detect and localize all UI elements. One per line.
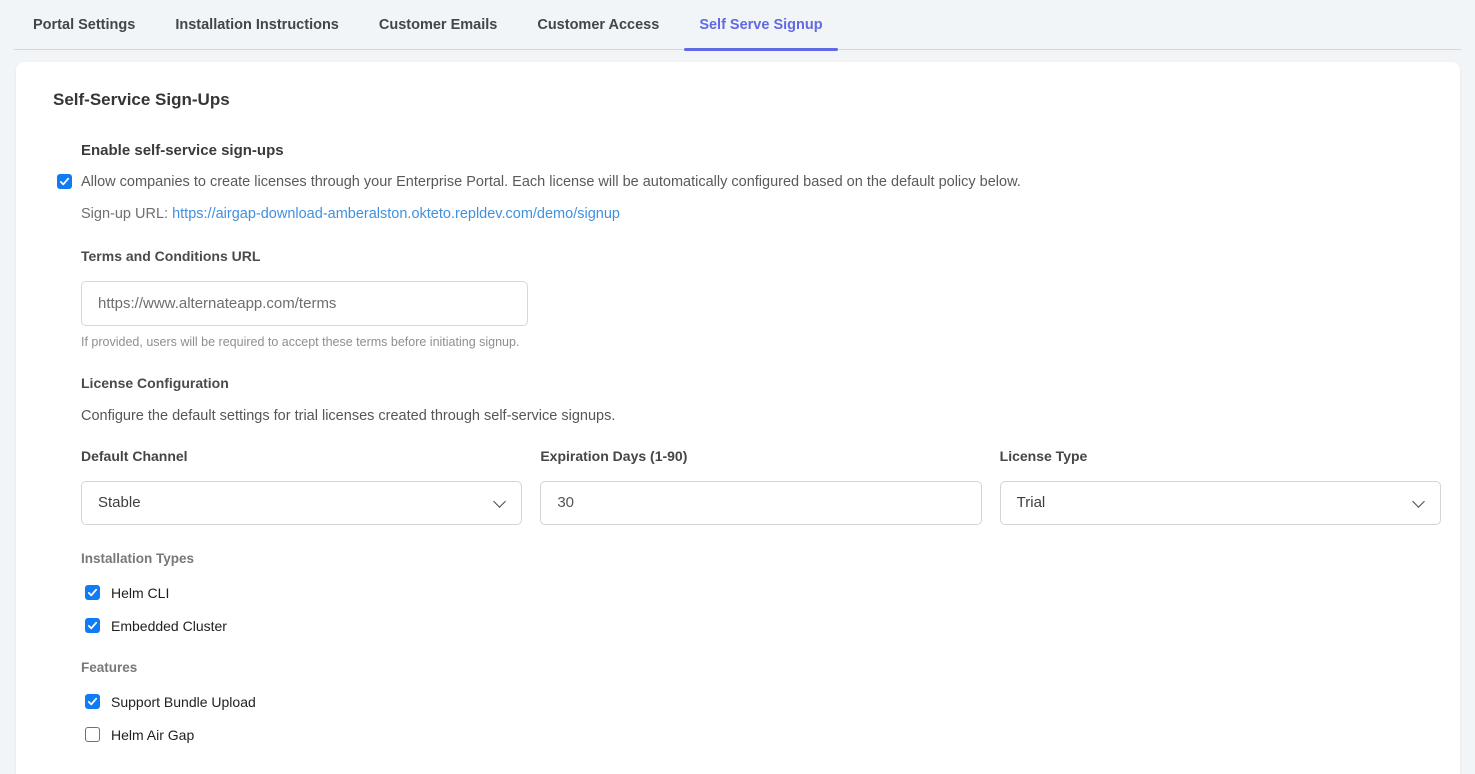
terms-url-label: Terms and Conditions URL xyxy=(81,248,1441,264)
page-title: Self-Service Sign-Ups xyxy=(53,90,1441,110)
self-serve-signup-panel: Self-Service Sign-Ups Enable self-servic… xyxy=(16,62,1460,774)
signup-url-label: Sign-up URL: xyxy=(81,206,168,222)
license-type-select[interactable]: Trial xyxy=(1000,481,1441,525)
support-bundle-upload-label: Support Bundle Upload xyxy=(111,694,256,710)
tab-label: Customer Access xyxy=(537,17,659,33)
expiration-days-field: Expiration Days (1-90) xyxy=(540,448,981,525)
support-bundle-upload-checkbox[interactable] xyxy=(85,694,100,709)
features-label: Features xyxy=(81,660,1441,675)
signup-url-link[interactable]: https://airgap-download-amberalston.okte… xyxy=(172,206,620,222)
helm-cli-row[interactable]: Helm CLI xyxy=(85,585,1441,601)
helm-cli-label: Helm CLI xyxy=(111,585,169,601)
expiration-days-label: Expiration Days (1-90) xyxy=(540,448,981,464)
installation-types-label: Installation Types xyxy=(81,551,1441,566)
tab-label: Customer Emails xyxy=(379,17,497,33)
installation-types-list: Helm CLI Embedded Cluster xyxy=(81,585,1441,634)
check-icon xyxy=(86,619,99,632)
enable-signups-row: Allow companies to create licenses throu… xyxy=(81,173,1441,193)
embedded-cluster-label: Embedded Cluster xyxy=(111,618,227,634)
features-list: Support Bundle Upload Helm Air Gap xyxy=(81,694,1441,743)
helm-air-gap-label: Helm Air Gap xyxy=(111,727,194,743)
signup-url-row: Sign-up URL: https://airgap-download-amb… xyxy=(81,206,1441,222)
enable-signups-description: Allow companies to create licenses throu… xyxy=(81,174,1021,190)
check-icon xyxy=(58,175,71,188)
helm-air-gap-checkbox[interactable] xyxy=(85,727,100,742)
enable-signups-heading: Enable self-service sign-ups xyxy=(81,142,1441,159)
panel-content: Enable self-service sign-ups Allow compa… xyxy=(81,142,1441,743)
embedded-cluster-checkbox[interactable] xyxy=(85,618,100,633)
tab-self-serve-signup[interactable]: Self Serve Signup xyxy=(684,0,837,49)
default-channel-select[interactable]: Stable xyxy=(81,481,522,525)
check-icon xyxy=(86,586,99,599)
terms-url-input[interactable] xyxy=(81,281,528,326)
tab-label: Self Serve Signup xyxy=(699,17,822,33)
expiration-days-input[interactable] xyxy=(540,481,981,525)
license-type-label: License Type xyxy=(1000,448,1441,464)
tab-label: Portal Settings xyxy=(33,17,135,33)
embedded-cluster-row[interactable]: Embedded Cluster xyxy=(85,618,1441,634)
license-config-fields: Default Channel Stable Expiration Days (… xyxy=(81,448,1441,525)
license-configuration-heading: License Configuration xyxy=(81,375,1441,391)
default-channel-label: Default Channel xyxy=(81,448,522,464)
helm-air-gap-row[interactable]: Helm Air Gap xyxy=(85,727,1441,743)
terms-url-helper: If provided, users will be required to a… xyxy=(81,335,1441,349)
license-type-field: License Type Trial xyxy=(1000,448,1441,525)
tab-customer-emails[interactable]: Customer Emails xyxy=(364,0,512,49)
tab-label: Installation Instructions xyxy=(175,17,339,33)
support-bundle-upload-row[interactable]: Support Bundle Upload xyxy=(85,694,1441,710)
default-channel-field: Default Channel Stable xyxy=(81,448,522,525)
tab-installation-instructions[interactable]: Installation Instructions xyxy=(160,0,354,49)
tab-customer-access[interactable]: Customer Access xyxy=(522,0,674,49)
tab-bar: Portal Settings Installation Instruction… xyxy=(14,0,1461,50)
enable-signups-checkbox[interactable] xyxy=(57,174,72,189)
tab-portal-settings[interactable]: Portal Settings xyxy=(18,0,150,49)
helm-cli-checkbox[interactable] xyxy=(85,585,100,600)
license-configuration-description: Configure the default settings for trial… xyxy=(81,408,1441,424)
check-icon xyxy=(86,695,99,708)
